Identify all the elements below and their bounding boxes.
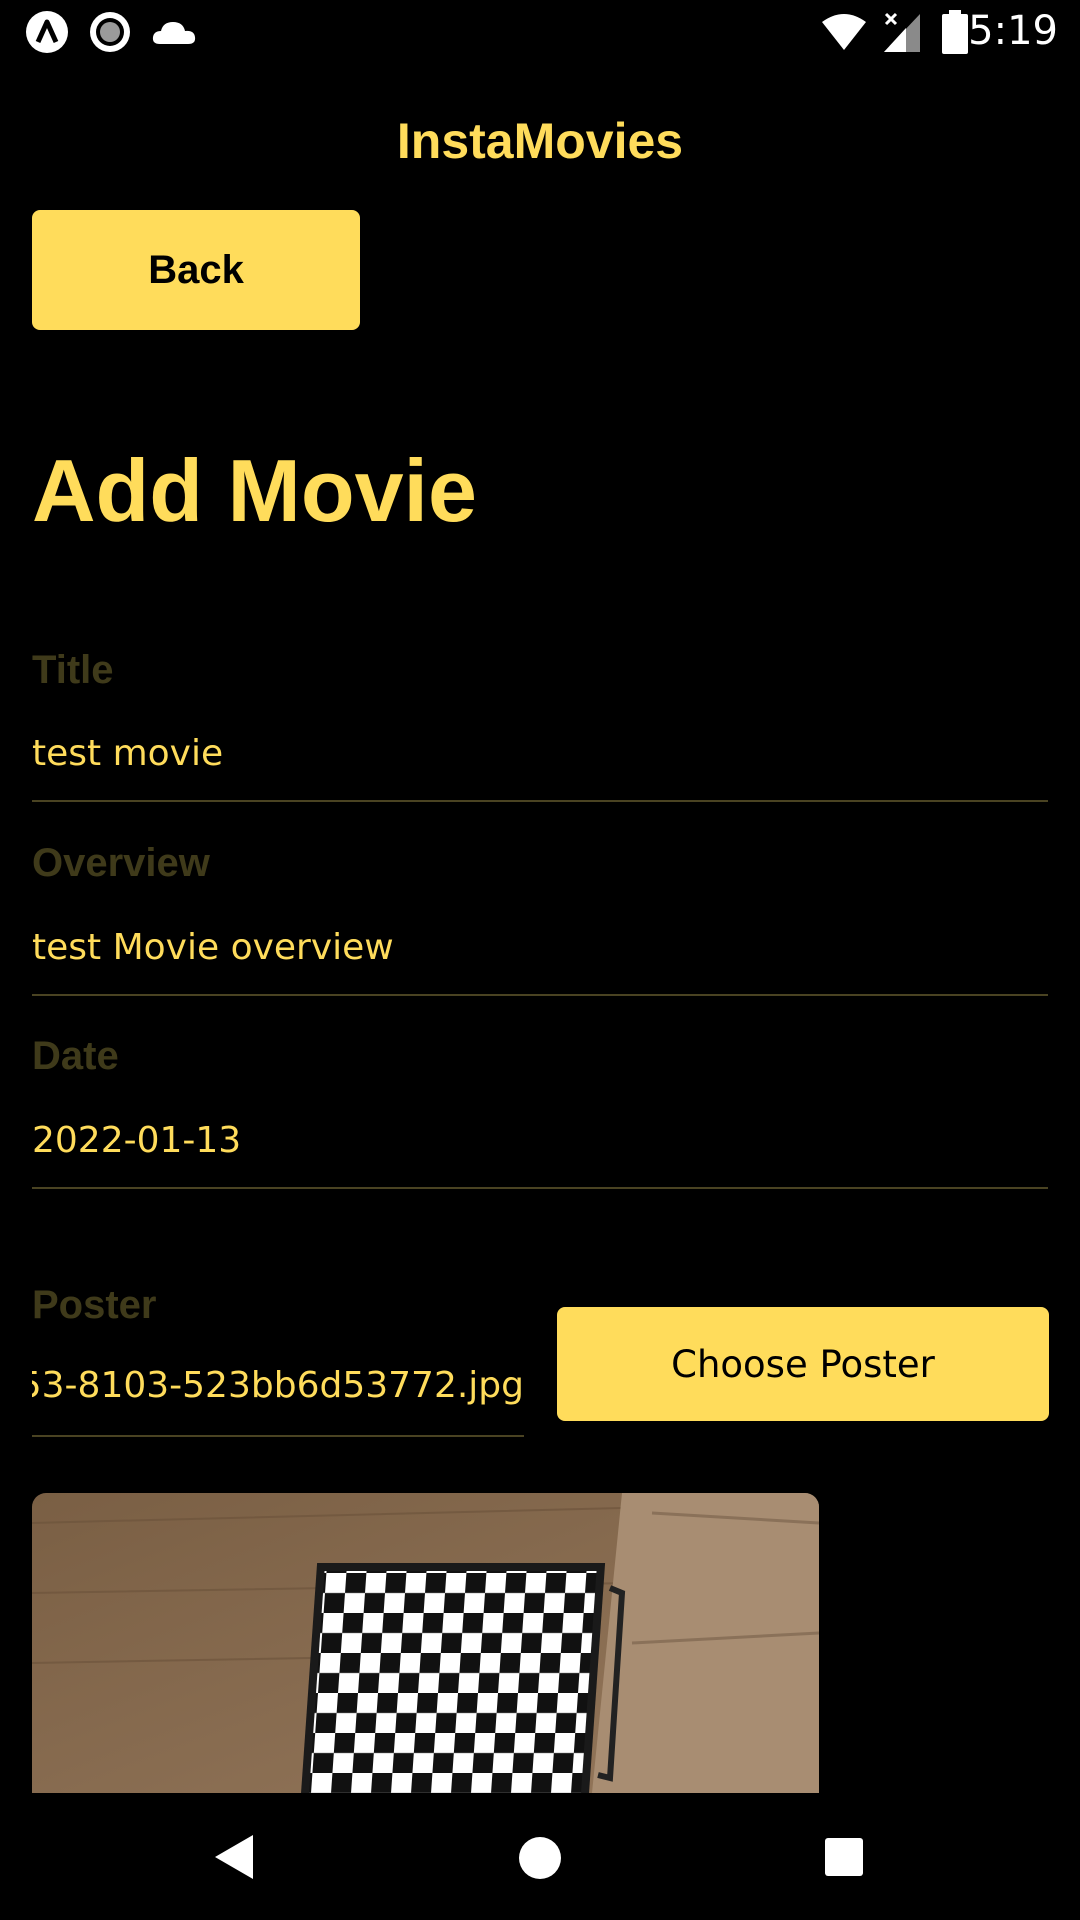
- overview-field[interactable]: [32, 922, 1032, 972]
- nav-bar: [0, 1793, 1080, 1920]
- battery-icon: [942, 10, 968, 54]
- status-time: 5:19: [968, 8, 1058, 54]
- back-icon[interactable]: [213, 1833, 255, 1881]
- title-underline: [32, 800, 1048, 802]
- date-underline: [32, 1187, 1048, 1189]
- signal-icon: [884, 12, 920, 52]
- app-a-icon: [26, 11, 68, 53]
- status-bar: 5:19: [0, 0, 1080, 63]
- title-label: Title: [32, 648, 114, 692]
- back-button[interactable]: Back: [32, 210, 360, 330]
- cloud-icon: [152, 22, 196, 44]
- title-field[interactable]: [32, 728, 1032, 778]
- wifi-icon: [822, 14, 866, 50]
- poster-preview-image: [32, 1493, 819, 1793]
- poster-label: Poster: [32, 1283, 157, 1327]
- record-icon: [90, 12, 130, 52]
- poster-underline: [32, 1435, 524, 1437]
- overview-label: Overview: [32, 841, 210, 885]
- app-title: InstaMovies: [396, 113, 684, 169]
- overview-underline: [32, 994, 1048, 996]
- poster-field[interactable]: 4853-8103-523bb6d53772.jpg: [32, 1365, 524, 1415]
- page-title: Add Movie: [32, 441, 477, 540]
- date-label: Date: [32, 1034, 119, 1078]
- recents-icon[interactable]: [824, 1837, 864, 1877]
- choose-poster-button[interactable]: Choose Poster: [557, 1307, 1049, 1421]
- date-field[interactable]: [32, 1115, 1032, 1165]
- home-icon[interactable]: [518, 1836, 562, 1880]
